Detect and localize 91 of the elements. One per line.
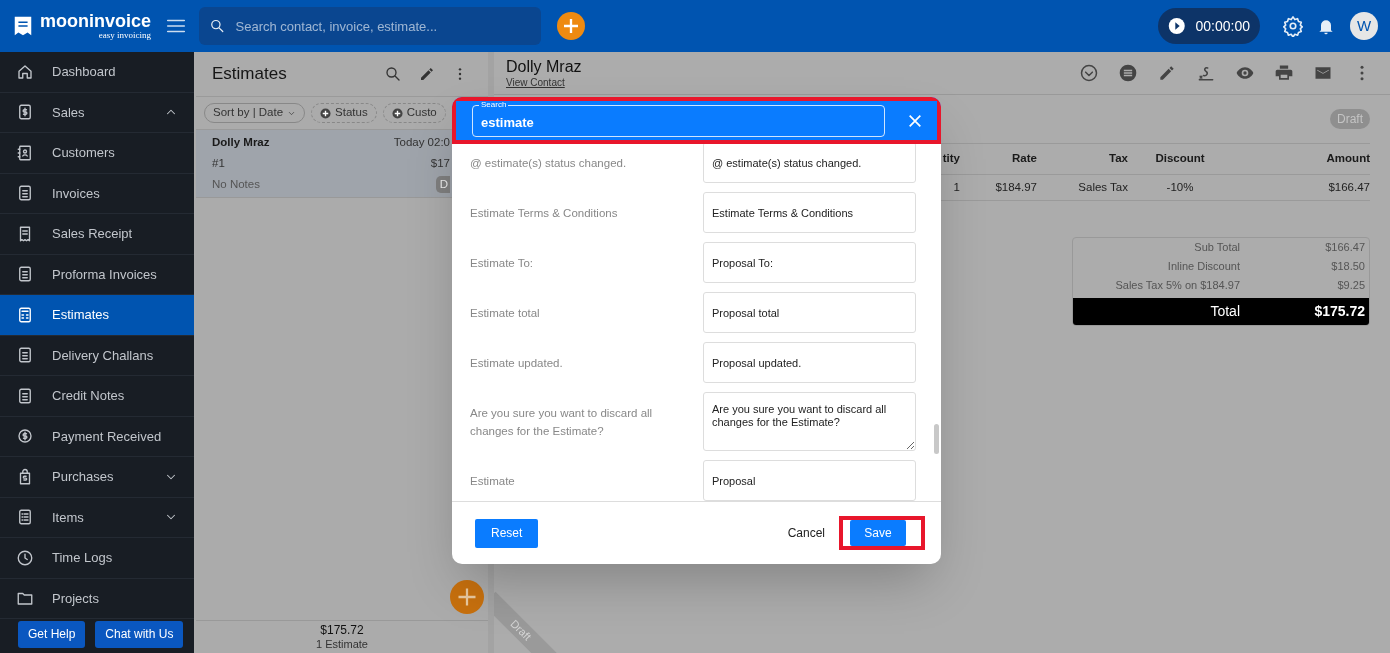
text-area[interactable]: Are you sure you want to discard all changes for the Estimate? bbox=[703, 392, 916, 451]
save-button[interactable]: Save bbox=[839, 516, 925, 550]
status-badge: D bbox=[435, 176, 450, 194]
list-icon bbox=[16, 508, 34, 527]
brand-tagline: easy invoicing bbox=[98, 31, 151, 40]
column-header: Discount bbox=[1154, 151, 1206, 167]
input-field[interactable]: Proposal To: bbox=[703, 242, 916, 283]
print-icon[interactable] bbox=[1274, 63, 1294, 83]
sidebar-item[interactable]: Customers bbox=[0, 133, 194, 174]
document-icon bbox=[16, 386, 34, 405]
dollar-coin-icon bbox=[16, 427, 34, 446]
sidebar-item[interactable]: Items bbox=[0, 497, 194, 538]
sidebar-item[interactable]: Dashboard bbox=[0, 52, 194, 93]
view-contact-link[interactable]: View Contact bbox=[506, 76, 1079, 90]
column-header: Rate bbox=[1011, 151, 1037, 167]
panel-title: Estimates bbox=[212, 63, 288, 86]
estimate-amount: $17 bbox=[430, 155, 450, 171]
sidebar-item[interactable]: Invoices bbox=[0, 173, 194, 214]
table-cell-text: $184.97 bbox=[994, 179, 1037, 195]
calculator-icon bbox=[16, 305, 34, 324]
sidebar-item[interactable]: Delivery Challans bbox=[0, 335, 194, 376]
status-icon[interactable] bbox=[1079, 63, 1099, 83]
close-icon[interactable] bbox=[907, 112, 923, 129]
logo-icon bbox=[12, 14, 34, 38]
estimate-count: 1 Estimate bbox=[316, 637, 368, 652]
timer-text: 00:00:00 bbox=[1195, 16, 1250, 36]
search-icon bbox=[209, 17, 226, 35]
scrollbar-thumb[interactable] bbox=[934, 424, 939, 454]
total-label: Sales Tax 5% on $184.97 bbox=[1114, 278, 1240, 294]
estimate-date: Today 02:0 bbox=[393, 134, 450, 150]
help-button[interactable]: Chat with Us bbox=[95, 620, 184, 648]
column-header: Amount bbox=[1325, 151, 1370, 167]
plus-circle-icon bbox=[391, 107, 403, 119]
table-cell-text: 1 bbox=[952, 179, 960, 195]
field-label: Search bbox=[479, 100, 509, 109]
total-value: $9.25 bbox=[1336, 278, 1366, 294]
table-cell-text: -10% bbox=[1165, 179, 1195, 195]
total-label: Inline Discount bbox=[1166, 259, 1240, 275]
setting-label: Estimate bbox=[470, 474, 516, 489]
timer-button[interactable]: 00:00:00 bbox=[1158, 8, 1260, 44]
total-value: $175.72 bbox=[1313, 302, 1366, 321]
sidebar-item[interactable]: Time Logs bbox=[0, 538, 194, 579]
footer-total: $175.72 bbox=[320, 622, 364, 638]
sidebar-item[interactable]: Sales bbox=[0, 92, 194, 133]
document-icon bbox=[16, 184, 34, 203]
reset-button[interactable]: Reset bbox=[475, 518, 539, 548]
setting-label: Estimate To: bbox=[470, 256, 535, 271]
avatar[interactable]: W bbox=[1350, 12, 1378, 40]
contact-book-icon bbox=[16, 143, 34, 162]
clock-icon bbox=[16, 548, 34, 567]
table-cell-text: $166.47 bbox=[1327, 179, 1370, 195]
help-button[interactable]: Get Help bbox=[18, 620, 86, 648]
document-icon bbox=[16, 346, 34, 365]
pencil-icon[interactable] bbox=[418, 65, 436, 83]
input-field[interactable]: @ estimate(s) status changed. bbox=[703, 144, 916, 183]
contact-name: Dolly Mraz bbox=[506, 56, 583, 77]
sidebar-item[interactable]: Estimates bbox=[0, 295, 194, 336]
customer-name: Dolly Mraz bbox=[212, 134, 270, 150]
cancel-button[interactable]: Cancel bbox=[787, 524, 825, 542]
column-header: tity bbox=[941, 151, 960, 167]
play-icon bbox=[1168, 16, 1186, 36]
total-value: $166.47 bbox=[1324, 240, 1366, 256]
sidebar-item[interactable]: Credit Notes bbox=[0, 376, 194, 417]
settings-icon[interactable] bbox=[1282, 15, 1304, 37]
notes-text: No Notes bbox=[212, 177, 260, 193]
brand-name: mooninvoice bbox=[40, 12, 151, 30]
input-field[interactable]: Proposal updated. bbox=[703, 342, 916, 383]
setting-label: Are you sure you want to discard all changes for the Estimate? bbox=[470, 406, 654, 439]
plus-circle-icon bbox=[320, 107, 332, 119]
add-icon[interactable] bbox=[557, 12, 585, 40]
sidebar-item[interactable]: Purchases bbox=[0, 457, 194, 498]
setting-label: Estimate updated. bbox=[470, 356, 564, 371]
input-field[interactable]: Proposal bbox=[703, 460, 916, 501]
sidebar-item[interactable]: Projects bbox=[0, 578, 194, 619]
total-label: Sub Total bbox=[1193, 240, 1240, 256]
estimate-number: #1 bbox=[212, 155, 225, 171]
input-field[interactable]: Estimate Terms & Conditions bbox=[703, 192, 916, 233]
search-field[interactable]: Search estimate bbox=[472, 104, 885, 137]
input-field[interactable]: Proposal total bbox=[703, 292, 916, 333]
table-cell-text: Sales Tax bbox=[1077, 179, 1128, 195]
setting-label: Estimate total bbox=[470, 306, 541, 321]
column-header: Tax bbox=[1108, 151, 1128, 167]
document-icon bbox=[16, 265, 34, 284]
sidebar-item[interactable]: Sales Receipt bbox=[0, 214, 194, 255]
setting-label: Estimate Terms & Conditions bbox=[470, 206, 619, 221]
filter-circle-icon[interactable] bbox=[1118, 63, 1138, 83]
dollar-document-icon bbox=[16, 103, 34, 122]
search-icon[interactable] bbox=[384, 65, 402, 83]
sidebar-item[interactable]: Payment Received bbox=[0, 416, 194, 457]
total-value: $18.50 bbox=[1330, 259, 1366, 275]
total-label: Total bbox=[1209, 302, 1240, 321]
